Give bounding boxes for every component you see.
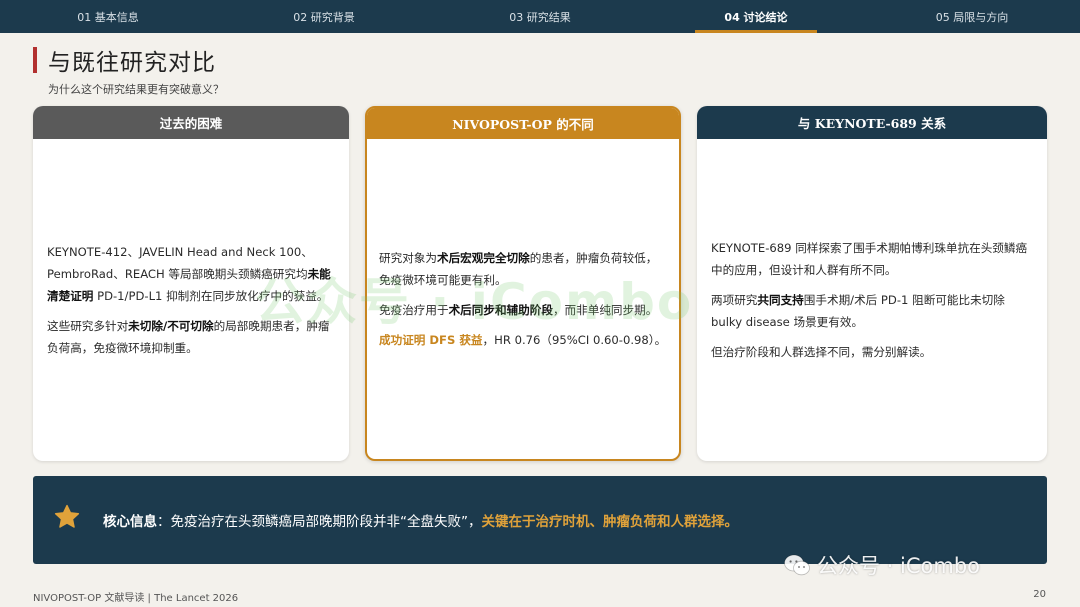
tab-label: 03 研究结果 (509, 10, 571, 24)
tab-label: 01 基本信息 (77, 10, 139, 24)
bold-text: 术后宏观完全切除 (436, 251, 530, 265)
tab-limitations[interactable]: 05 局限与方向 (864, 0, 1080, 33)
card-header: NIVOPOST-OP 的不同 (367, 108, 679, 139)
card-paragraph: 研究对象为术后宏观完全切除的患者，肿瘤负荷较低，免疫微环境可能更有利。 (379, 247, 667, 291)
text: ，而非单纯同步期。 (552, 303, 658, 317)
card-body: 研究对象为术后宏观完全切除的患者，肿瘤负荷较低，免疫微环境可能更有利。 免疫治疗… (367, 139, 679, 459)
page-number: 20 (1033, 589, 1046, 600)
tab-background[interactable]: 02 研究背景 (216, 0, 432, 33)
text: 免疫治疗用于 (379, 303, 449, 317)
card-body: KEYNOTE-412、JAVELIN Head and Neck 100、Pe… (33, 139, 349, 461)
tab-basic-info[interactable]: 01 基本信息 (0, 0, 216, 33)
watermark-text: 公众号 · iCombo (817, 554, 981, 578)
page-subtitle: 为什么这个研究结果更有突破意义？ (48, 83, 224, 96)
card-header: 与 KEYNOTE-689 关系 (697, 106, 1047, 139)
text: PD-1/PD-L1 抑制剂在同步放化疗中的获益。 (93, 289, 329, 303)
top-navigation: 01 基本信息 02 研究背景 03 研究结果 04 讨论结论 05 局限与方向 (0, 0, 1080, 33)
banner-label: 核心信息 (103, 514, 157, 530)
card-paragraph: 但治疗阶段和人群选择不同，需分别解读。 (711, 341, 1033, 363)
banner-message: 免疫治疗在头颈鳞癌局部晚期阶段并非“全盘失败”， (170, 514, 482, 530)
card-nivopost-op-difference: NIVOPOST-OP 的不同 研究对象为术后宏观完全切除的患者，肿瘤负荷较低，… (365, 106, 681, 461)
card-paragraph: KEYNOTE-689 同样探索了围手术期帕博利珠单抗在头颈鳞癌中的应用，但设计… (711, 237, 1033, 281)
card-paragraph: 两项研究共同支持围手术期/术后 PD-1 阻断可能比未切除 bulky dise… (711, 289, 1033, 333)
card-past-difficulties: 过去的困难 KEYNOTE-412、JAVELIN Head and Neck … (33, 106, 349, 461)
bold-text: 术后同步和辅助阶段 (448, 303, 553, 317)
card-title: 过去的困难 (159, 116, 223, 131)
text: 但治疗阶段和人群选择不同，需分别解读。 (711, 345, 932, 359)
text: 这些研究多针对 (47, 319, 129, 333)
bold-text: 未切除/不可切除 (128, 319, 214, 333)
card-title: 与 KEYNOTE-689 关系 (797, 116, 947, 131)
text: 两项研究 (711, 293, 758, 307)
tab-label: 04 讨论结论 (724, 10, 788, 24)
banner-highlight: 关键在于治疗时机、肿瘤负荷和人群选择。 (481, 514, 739, 530)
text: ，HR 0.76（95%CI 0.60-0.98）。 (482, 333, 667, 347)
card-title: NIVOPOST-OP 的不同 (452, 117, 594, 132)
tab-discussion[interactable]: 04 讨论结论 (648, 0, 864, 33)
card-paragraph: 免疫治疗用于术后同步和辅助阶段，而非单纯同步期。 (379, 299, 667, 321)
footer-source: NIVOPOST-OP 文献导读 | The Lancet 2026 (33, 593, 239, 604)
highlight-text: 成功证明 DFS 获益 (379, 333, 483, 347)
card-paragraph: 这些研究多针对未切除/不可切除的局部晚期患者，肿瘤负荷高，免疫微环境抑制重。 (47, 315, 335, 359)
tab-results[interactable]: 03 研究结果 (432, 0, 648, 33)
card-header: 过去的困难 (33, 106, 349, 139)
star-icon (54, 504, 80, 528)
card-keynote-689-relation: 与 KEYNOTE-689 关系 KEYNOTE-689 同样探索了围手术期帕博… (697, 106, 1047, 461)
bold-text: 共同支持 (757, 293, 804, 307)
tab-label: 02 研究背景 (293, 10, 355, 24)
banner-text: 核心信息：免疫治疗在头颈鳞癌局部晚期阶段并非“全盘失败”，关键在于治疗时机、肿瘤… (103, 510, 738, 530)
title-accent-bar (33, 47, 37, 73)
text: KEYNOTE-689 同样探索了围手术期帕博利珠单抗在头颈鳞癌中的应用，但设计… (711, 241, 1028, 277)
text: 研究对象为 (379, 251, 437, 265)
card-paragraph: KEYNOTE-412、JAVELIN Head and Neck 100、Pe… (47, 241, 335, 307)
watermark-corner: 公众号 · iCombo (783, 550, 980, 580)
page-title: 与既往研究对比 (48, 50, 216, 76)
card-paragraph: 成功证明 DFS 获益，HR 0.76（95%CI 0.60-0.98）。 (379, 329, 667, 351)
text: ： (157, 514, 171, 530)
tab-label: 05 局限与方向 (935, 10, 1009, 24)
text: KEYNOTE-412、JAVELIN Head and Neck 100、Pe… (47, 245, 313, 281)
card-body: KEYNOTE-689 同样探索了围手术期帕博利珠单抗在头颈鳞癌中的应用，但设计… (697, 139, 1047, 461)
wechat-icon (784, 554, 810, 576)
